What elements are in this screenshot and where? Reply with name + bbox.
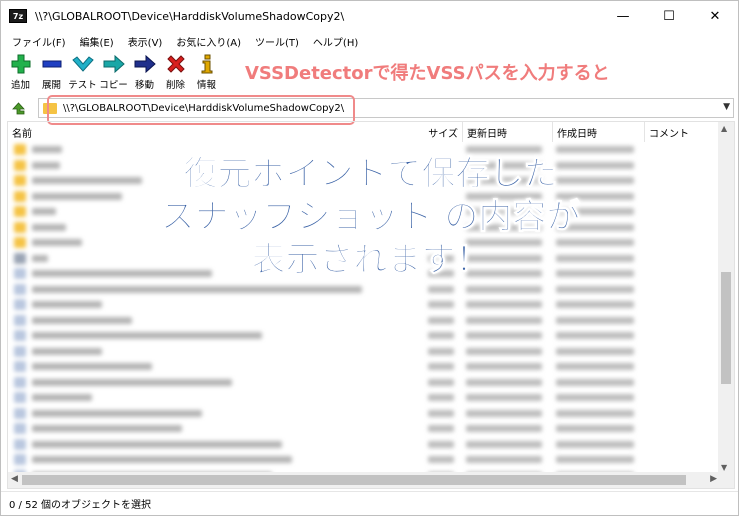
scroll-left-icon[interactable]: ◀ <box>11 474 18 484</box>
list-item[interactable] <box>8 328 720 344</box>
column-comment[interactable]: コメント <box>644 122 720 142</box>
arrow-move-icon <box>134 53 156 75</box>
list-item[interactable] <box>8 251 720 267</box>
list-item[interactable] <box>8 173 720 189</box>
list-item[interactable] <box>8 406 720 422</box>
plus-icon <box>11 53 31 75</box>
title-bar: 7z \\?\GLOBALROOT\Device\HarddiskVolumeS… <box>1 1 738 31</box>
menu-file[interactable]: ファイル(F) <box>5 34 73 49</box>
horizontal-scroll-thumb[interactable] <box>22 475 686 485</box>
delete-x-icon <box>166 53 186 75</box>
scroll-right-icon[interactable]: ▶ <box>710 474 717 484</box>
info-label: 情報 <box>196 80 216 91</box>
list-item[interactable] <box>8 359 720 375</box>
info-icon <box>200 53 214 75</box>
app-icon: 7z <box>9 9 27 23</box>
minimize-button[interactable]: — <box>600 1 646 31</box>
file-rows <box>8 142 720 483</box>
chevron-down-icon[interactable]: ▼ <box>723 102 730 112</box>
arrow-copy-icon <box>103 53 125 75</box>
column-modified[interactable]: 更新日時 <box>462 122 552 142</box>
add-button[interactable]: 追加 <box>5 53 36 93</box>
column-created[interactable]: 作成日時 <box>552 122 644 142</box>
list-item[interactable] <box>8 421 720 437</box>
copy-label: コピー <box>99 80 128 91</box>
info-button[interactable]: 情報 <box>191 53 222 93</box>
extract-label: 展開 <box>41 80 61 91</box>
file-list[interactable]: 名前 サイズ 更新日時 作成日時 コメント ▲ ▼ ◀ ▶ <box>7 121 735 489</box>
extract-button[interactable]: 展開 <box>36 53 67 93</box>
delete-label: 削除 <box>165 80 185 91</box>
list-item[interactable] <box>8 437 720 453</box>
list-item[interactable] <box>8 266 720 282</box>
list-item[interactable] <box>8 158 720 174</box>
vertical-scroll-thumb[interactable] <box>721 272 731 384</box>
menu-help[interactable]: ヘルプ(H) <box>306 34 365 49</box>
horizontal-scrollbar[interactable]: ◀ ▶ <box>8 472 720 488</box>
list-item[interactable] <box>8 344 720 360</box>
minus-icon <box>42 53 62 75</box>
status-text: 0 / 52 個のオブジェクトを選択 <box>9 500 151 511</box>
scroll-corner <box>718 472 734 488</box>
close-button[interactable]: ✕ <box>692 1 738 31</box>
list-item[interactable] <box>8 452 720 468</box>
add-label: 追加 <box>10 80 30 91</box>
menu-favorites[interactable]: お気に入り(A) <box>169 34 248 49</box>
menu-tools[interactable]: ツール(T) <box>248 34 306 49</box>
list-item[interactable] <box>8 375 720 391</box>
menu-bar: ファイル(F) 編集(E) 表示(V) お気に入り(A) ツール(T) ヘルプ(… <box>1 31 738 51</box>
copy-button[interactable]: コピー <box>98 53 129 93</box>
list-item[interactable] <box>8 189 720 205</box>
delete-button[interactable]: 削除 <box>160 53 191 93</box>
window-controls: — ☐ ✕ <box>600 1 738 31</box>
test-label: テスト <box>68 80 97 91</box>
move-button[interactable]: 移動 <box>129 53 160 93</box>
column-name[interactable]: 名前 <box>8 122 400 142</box>
scroll-down-icon[interactable]: ▼ <box>721 463 727 472</box>
list-item[interactable] <box>8 313 720 329</box>
up-arrow-icon <box>12 102 25 115</box>
menu-view[interactable]: 表示(V) <box>121 34 170 49</box>
list-item[interactable] <box>8 282 720 298</box>
maximize-button[interactable]: ☐ <box>646 1 692 31</box>
menu-edit[interactable]: 編集(E) <box>73 34 121 49</box>
list-item[interactable] <box>8 390 720 406</box>
list-item[interactable] <box>8 142 720 158</box>
up-folder-button[interactable] <box>7 97 29 119</box>
list-item[interactable] <box>8 220 720 236</box>
list-item[interactable] <box>8 297 720 313</box>
check-icon <box>71 53 94 75</box>
vertical-scrollbar[interactable]: ▲ ▼ <box>718 122 734 474</box>
column-size[interactable]: サイズ <box>400 122 462 142</box>
move-label: 移動 <box>134 80 154 91</box>
test-button[interactable]: テスト <box>67 53 98 93</box>
list-item[interactable] <box>8 204 720 220</box>
list-item[interactable] <box>8 235 720 251</box>
column-header: 名前 サイズ 更新日時 作成日時 コメント <box>8 122 720 142</box>
window-title: \\?\GLOBALROOT\Device\HarddiskVolumeShad… <box>35 9 345 23</box>
annotation-callout: VSSDetectorで得たVSSパスを入力すると <box>245 63 610 84</box>
status-bar: 0 / 52 個のオブジェクトを選択 <box>1 491 738 515</box>
scroll-up-icon[interactable]: ▲ <box>721 124 727 133</box>
app-window: 7z \\?\GLOBALROOT\Device\HarddiskVolumeS… <box>0 0 739 516</box>
